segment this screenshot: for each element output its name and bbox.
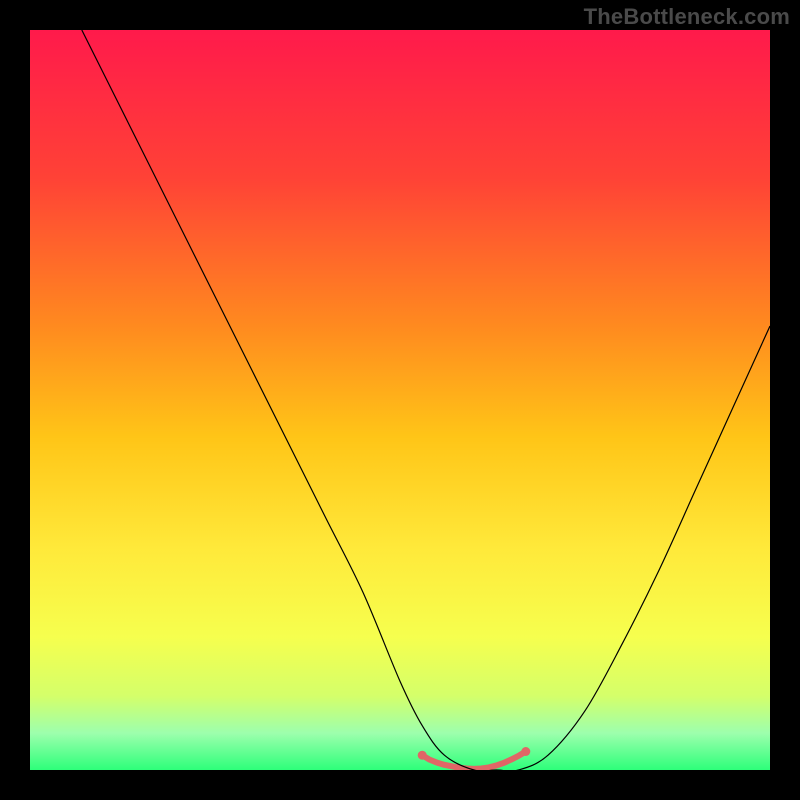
highlight-endpoint [521, 747, 530, 756]
plot-area [30, 30, 770, 770]
chart-frame: TheBottleneck.com [0, 0, 800, 800]
bottleneck-chart [30, 30, 770, 770]
gradient-background [30, 30, 770, 770]
watermark-text: TheBottleneck.com [584, 4, 790, 30]
highlight-endpoint [418, 751, 427, 760]
